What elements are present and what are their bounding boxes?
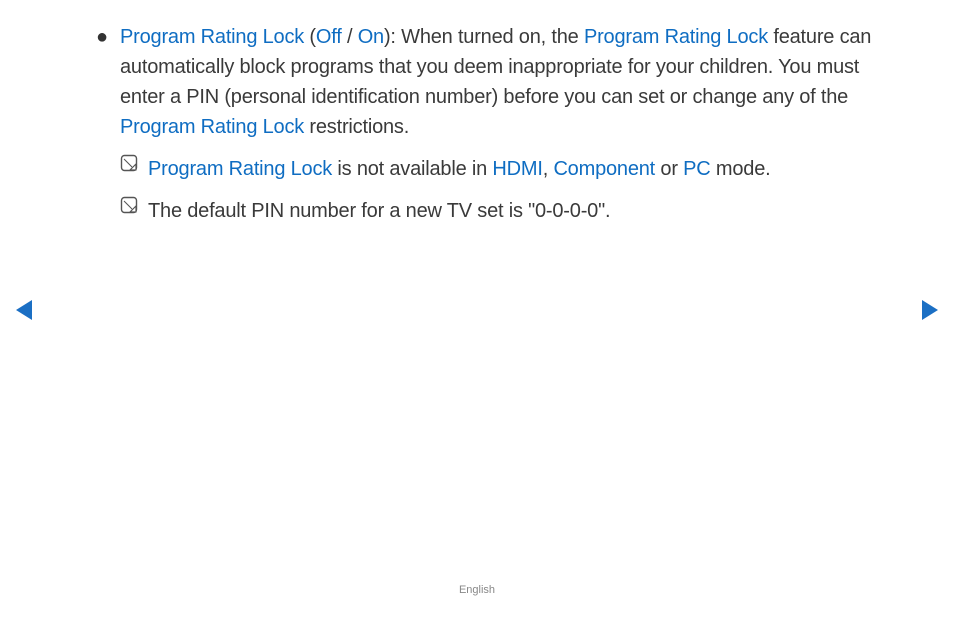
item-text: Program Rating Lock (Off / On): When tur… (120, 22, 890, 142)
slash: / (342, 26, 358, 48)
note-icon (120, 154, 138, 177)
note-tail: mode. (711, 158, 771, 180)
pc: PC (683, 158, 710, 180)
bullet-marker: ● (90, 22, 120, 52)
comma: , (543, 158, 554, 180)
feature-name: Program Rating Lock (120, 26, 304, 48)
hdmi: HDMI (492, 158, 542, 180)
next-page-button[interactable] (922, 300, 938, 320)
bullet-item: ● Program Rating Lock (Off / On): When t… (90, 22, 890, 142)
footer-language: English (0, 584, 954, 596)
note-1: Program Rating Lock is not available in … (120, 154, 890, 184)
or: or (655, 158, 683, 180)
option-off: Off (316, 26, 342, 48)
note-term: Program Rating Lock (148, 158, 332, 180)
chevron-left-icon (16, 300, 32, 320)
chevron-right-icon (922, 300, 938, 320)
desc-1: ): When turned on, the (384, 26, 584, 48)
option-on: On (358, 26, 384, 48)
content-area: ● Program Rating Lock (Off / On): When t… (90, 22, 890, 226)
feature-name-3: Program Rating Lock (120, 116, 304, 138)
note-mid: is not available in (332, 158, 492, 180)
note-2-text: The default PIN number for a new TV set … (148, 196, 610, 226)
open-paren: ( (304, 26, 316, 48)
desc-3: restrictions. (304, 116, 409, 138)
note-2: The default PIN number for a new TV set … (120, 196, 890, 226)
note-icon (120, 196, 138, 219)
prev-page-button[interactable] (16, 300, 32, 320)
note-1-text: Program Rating Lock is not available in … (148, 154, 771, 184)
feature-name-2: Program Rating Lock (584, 26, 768, 48)
component: Component (553, 158, 655, 180)
